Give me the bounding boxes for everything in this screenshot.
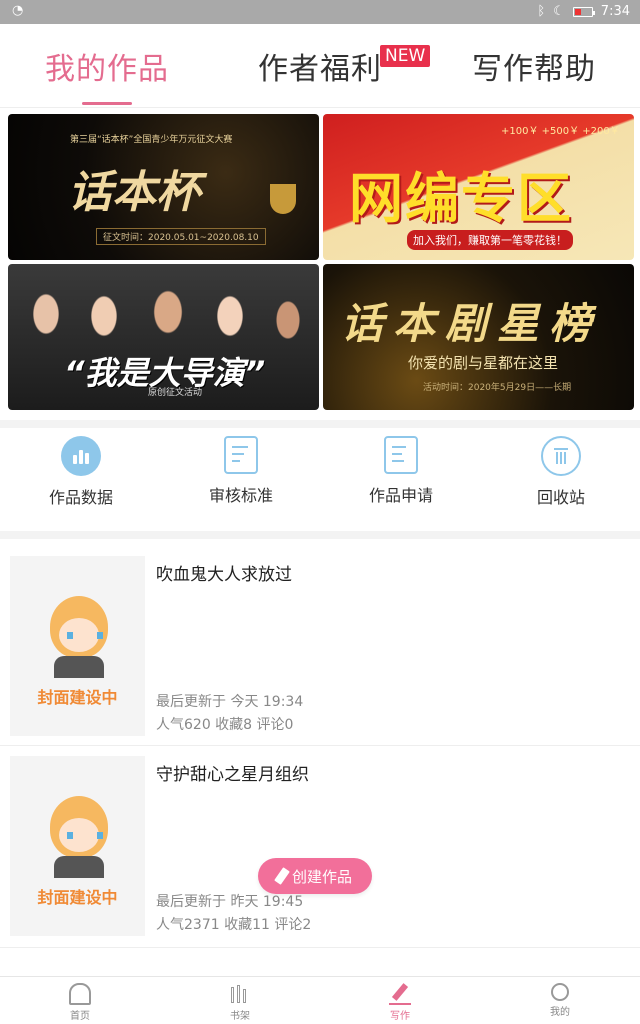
edit-doc-icon (384, 436, 418, 474)
banner-money: +100￥ +500￥ +200￥ (501, 126, 620, 137)
nav-label: 首页 (70, 1011, 90, 1022)
work-title: 吹血鬼大人求放过 (156, 565, 292, 585)
pencil-icon (274, 867, 290, 885)
banner-subtitle: 第三届“话本杯”全国青少年万元征文大赛 (70, 135, 233, 145)
banner-date: 活动时间：2020年5月29日——长期 (423, 383, 572, 393)
shortcut-label: 作品数据 (48, 488, 113, 507)
create-work-button[interactable]: 创建作品 (258, 858, 372, 894)
shortcut-review-standard[interactable]: 审核标准 (171, 436, 311, 506)
work-updated: 最后更新于 今天 19:34 (156, 694, 304, 710)
shortcut-label: 审核标准 (208, 486, 273, 505)
banner-title: 话本杯 (68, 167, 200, 218)
tab-writing-help[interactable]: 写作帮助 (472, 44, 596, 88)
placeholder-avatar-image (50, 796, 108, 858)
work-title: 守护甜心之星月组织 (156, 765, 309, 785)
review-doc-icon (224, 436, 258, 474)
work-stats: 人气2371 收藏11 评论2 (156, 917, 312, 933)
new-badge: NEW (380, 45, 431, 67)
profile-icon (551, 983, 569, 1001)
nav-label: 写作 (390, 1011, 410, 1022)
cover-placeholder-text: 封面建设中 (37, 688, 118, 707)
banner-title: 话本剧星榜 (341, 299, 602, 348)
bar-chart-icon (61, 436, 101, 476)
banner-date: 征文时间：2020.05.01~2020.08.10 (96, 228, 266, 245)
shortcut-label: 作品申请 (368, 486, 433, 505)
banner-title: 网编专区 (349, 167, 573, 230)
work-cover: 封面建设中 (10, 556, 145, 736)
banner-subtitle: 你爱的剧与星都在这里 (408, 354, 559, 372)
bookshelf-icon (229, 983, 251, 1005)
bluetooth-icon: ᛒ (537, 4, 546, 19)
shortcut-label: 回收站 (536, 488, 585, 507)
banner-grid: 第三届“话本杯”全国青少年万元征文大赛 话本杯 征文时间：2020.05.01~… (8, 114, 634, 412)
active-tab-indicator (82, 102, 132, 105)
placeholder-avatar-image (50, 596, 108, 658)
shortcut-row: 作品数据 审核标准 作品申请 回收站 (0, 428, 640, 531)
work-updated: 最后更新于 昨天 19:45 (156, 894, 304, 910)
work-cover: 封面建设中 (10, 756, 145, 936)
nav-me[interactable]: 我的 (520, 983, 600, 1018)
status-time: 7:34 (600, 4, 630, 19)
tab-my-works[interactable]: 我的作品 (45, 44, 169, 88)
banner-star-chart[interactable]: 话本剧星榜 你爱的剧与星都在这里 活动时间：2020年5月29日——长期 (323, 264, 634, 410)
nav-home[interactable]: 首页 (40, 983, 120, 1022)
pen-icon (389, 983, 411, 1005)
status-right: ᛒ ☾ 7:34 (537, 4, 630, 19)
home-icon (69, 983, 91, 1005)
top-tabs: 我的作品 作者福利 NEW 写作帮助 (0, 24, 640, 108)
nav-bookshelf[interactable]: 书架 (200, 983, 280, 1022)
work-stats: 人气620 收藏8 评论0 (156, 717, 294, 733)
bottom-nav: 首页 书架 写作 我的 (0, 976, 640, 1024)
do-not-disturb-icon: ☾ (553, 4, 565, 19)
banner-editor-zone[interactable]: +100￥ +500￥ +200￥ 网编专区 加入我们，赚取第一笔零花钱！ (323, 114, 634, 260)
placeholder-body-image (54, 656, 104, 678)
section-divider (0, 420, 640, 428)
nav-label: 书架 (230, 1011, 250, 1022)
status-bar: ◔ ᛒ ☾ 7:34 (0, 0, 640, 24)
section-divider (0, 531, 640, 539)
nav-label: 我的 (550, 1007, 570, 1018)
shortcut-recycle-bin[interactable]: 回收站 (491, 436, 631, 508)
banner-director[interactable]: “我是大导演” 原创征文活动 (8, 264, 319, 410)
cover-placeholder-text: 封面建设中 (37, 888, 118, 907)
battery-icon (572, 6, 595, 17)
trophy-icon (270, 184, 296, 214)
shortcut-work-data[interactable]: 作品数据 (11, 436, 151, 508)
wifi-icon: ◔ (12, 3, 24, 18)
work-item[interactable]: 封面建设中 守护甜心之星月组织 最后更新于 昨天 19:45 人气2371 收藏… (0, 746, 640, 948)
banner-subtitle: 原创征文活动 (148, 388, 203, 398)
create-work-label: 创建作品 (291, 867, 352, 886)
nav-write[interactable]: 写作 (360, 983, 440, 1022)
shortcut-work-apply[interactable]: 作品申请 (331, 436, 471, 506)
banner-huaben-cup[interactable]: 第三届“话本杯”全国青少年万元征文大赛 话本杯 征文时间：2020.05.01~… (8, 114, 319, 260)
tab-author-benefits[interactable]: 作者福利 (258, 44, 382, 88)
banner-tagline: 加入我们，赚取第一笔零花钱！ (407, 230, 573, 250)
work-item[interactable]: 封面建设中 吹血鬼大人求放过 最后更新于 今天 19:34 人气620 收藏8 … (0, 546, 640, 746)
placeholder-body-image (54, 856, 104, 878)
trash-icon (541, 436, 581, 476)
